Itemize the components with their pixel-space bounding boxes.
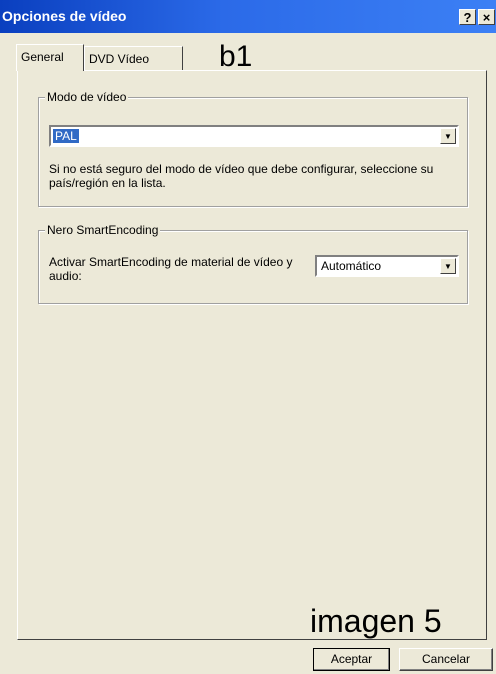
- video-mode-value: PAL: [53, 129, 79, 143]
- smart-encoding-group: Nero SmartEncoding Activar SmartEncoding…: [38, 223, 468, 304]
- chevron-down-icon[interactable]: ▼: [440, 258, 456, 274]
- video-mode-legend: Modo de vídeo: [45, 90, 129, 104]
- window-title: Opciones de vídeo: [2, 8, 127, 24]
- video-mode-help-text: Si no está seguro del modo de vídeo que …: [49, 162, 434, 190]
- cancel-button[interactable]: Cancelar: [399, 648, 493, 671]
- ok-button[interactable]: Aceptar: [313, 648, 390, 671]
- close-button[interactable]: ×: [478, 9, 495, 25]
- tab-dvd-video[interactable]: DVD Vídeo: [84, 46, 183, 70]
- smart-encoding-label: Activar SmartEncoding de material de víd…: [49, 255, 293, 283]
- annotation-b1: b1: [219, 40, 253, 73]
- help-button[interactable]: ?: [459, 9, 476, 25]
- title-bar[interactable]: Opciones de vídeo ? ×: [0, 0, 496, 33]
- annotation-imagen: imagen 5: [310, 603, 442, 639]
- video-mode-select[interactable]: PAL ▼: [49, 125, 459, 147]
- tab-panel-general: Modo de vídeo PAL ▼ Si no está seguro de…: [17, 70, 487, 640]
- smart-encoding-legend: Nero SmartEncoding: [45, 223, 161, 237]
- help-icon: ?: [463, 10, 472, 25]
- video-mode-group: Modo de vídeo PAL ▼ Si no está seguro de…: [38, 90, 468, 207]
- smart-encoding-value: Automático: [321, 259, 382, 273]
- chevron-down-icon[interactable]: ▼: [440, 128, 456, 144]
- smart-encoding-select[interactable]: Automático ▼: [315, 255, 459, 277]
- close-icon: ×: [482, 10, 491, 25]
- tab-general[interactable]: General: [16, 44, 84, 71]
